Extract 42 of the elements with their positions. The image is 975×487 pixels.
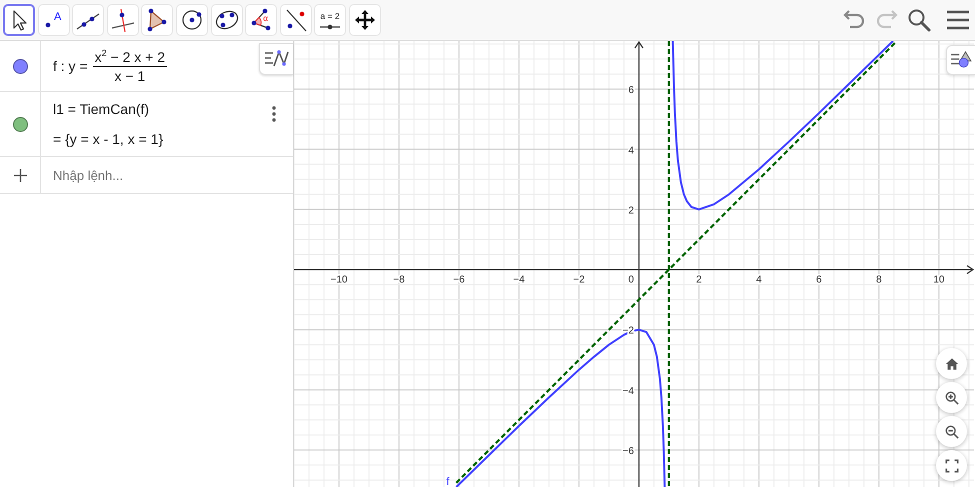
fraction-numerator: x$^{2}$ − 2 x + 2 <box>92 48 168 66</box>
home-button[interactable] <box>936 348 967 379</box>
tick-label: 8 <box>876 274 882 286</box>
origin-label: 0 <box>628 274 634 286</box>
zoom-out-button[interactable] <box>936 416 967 447</box>
curve-label: f <box>446 476 450 487</box>
perpendicular-line-icon <box>110 7 136 33</box>
tick-label: −6 <box>453 274 465 286</box>
visibility-dot[interactable] <box>12 58 28 74</box>
algebra-style-button[interactable] <box>259 43 293 75</box>
command-input[interactable]: l1 = TiemCan(f) <box>53 101 293 117</box>
tick-label: 2 <box>628 205 634 216</box>
graphics-style-button[interactable] <box>946 45 975 75</box>
tick-label: 10 <box>933 274 944 286</box>
function-name: f : y = <box>53 58 88 74</box>
tick-label: 6 <box>816 274 822 286</box>
visibility-dot[interactable] <box>12 116 28 132</box>
tick-label: 6 <box>628 85 634 96</box>
tool-button[interactable] <box>3 4 35 36</box>
tick-label: 4 <box>628 145 634 156</box>
zoom-in-button[interactable] <box>936 382 967 413</box>
fullscreen-button[interactable] <box>936 450 967 481</box>
tick-label: −10 <box>330 274 348 286</box>
tick-label: 4 <box>756 274 762 286</box>
plus-icon[interactable] <box>14 168 26 182</box>
more-icon <box>272 106 276 122</box>
fraction-denominator: x − 1 <box>114 66 146 84</box>
zoom-in-icon <box>944 390 958 404</box>
tick-label: 2 <box>696 274 702 286</box>
tick-label: −4 <box>513 274 525 286</box>
home-icon <box>944 356 958 370</box>
zoom-out-icon <box>944 424 958 438</box>
search-icon <box>906 7 932 33</box>
input-field[interactable]: Nhập lệnh... <box>53 168 253 182</box>
graph-style-icon <box>264 49 290 69</box>
tick-label: −2 <box>573 274 585 286</box>
tick-label: −4 <box>622 386 634 397</box>
tick-label: −8 <box>393 274 405 286</box>
tick-label: −6 <box>622 446 634 457</box>
command-output: = {y = x - 1, x = 1} <box>53 131 164 147</box>
fullscreen-icon <box>944 458 958 472</box>
graph-style-icon <box>950 51 972 69</box>
